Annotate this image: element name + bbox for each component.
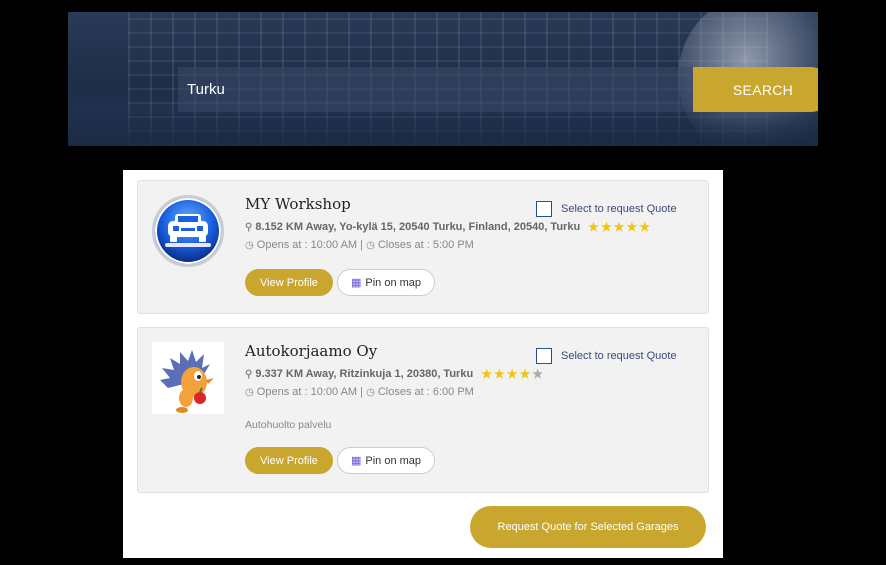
opens-text: Opens at : 10:00 AM | — [256, 386, 363, 398]
opens-text: Opens at : 10:00 AM | — [256, 239, 363, 251]
closes-text: Closes at : 6:00 PM — [377, 386, 474, 398]
opening-hours: ◷ Opens at : 10:00 AM | ◷ Closes at : 6:… — [245, 386, 474, 398]
star-icon: ★ — [506, 367, 518, 381]
view-profile-button[interactable]: View Profile — [245, 447, 333, 474]
car-bumper-background — [68, 106, 818, 146]
view-profile-button[interactable]: View Profile — [245, 269, 333, 296]
rating-stars: ★ ★ ★ ★ ★ — [481, 368, 543, 380]
map-marker-icon: ⚲ — [245, 368, 253, 380]
card-actions: View Profile ▦ Pin on map — [245, 269, 435, 296]
clock-icon: ◷ — [366, 387, 375, 398]
star-icon: ★ — [639, 220, 650, 234]
quote-select: Select to request Quote — [536, 201, 677, 217]
pin-on-map-button[interactable]: ▦ Pin on map — [337, 447, 435, 474]
map-icon: ▦ — [350, 455, 362, 467]
pin-on-map-label: Pin on map — [365, 276, 422, 289]
garage-address-text: 9.337 KM Away, Ritzinkuja 1, 20380, Turk… — [255, 368, 474, 380]
star-icon: ★ — [626, 220, 638, 234]
garage-card: MY Workshop ⚲ 8.152 KM Away, Yo-kylä 15,… — [137, 180, 709, 314]
star-icon: ★ — [493, 367, 505, 381]
clock-icon: ◷ — [245, 240, 254, 251]
search-bar: SEARCH — [178, 67, 818, 112]
opening-hours: ◷ Opens at : 10:00 AM | ◷ Closes at : 5:… — [245, 239, 474, 251]
quote-checkbox[interactable] — [536, 348, 552, 364]
search-input[interactable] — [178, 67, 693, 112]
garage-name[interactable]: Autokorjaamo Oy — [245, 342, 377, 360]
star-icon: ★ — [600, 220, 612, 234]
search-button[interactable]: SEARCH — [693, 67, 818, 112]
map-icon: ▦ — [350, 277, 362, 289]
request-quote-button[interactable]: Request Quote for Selected Garages — [470, 506, 706, 548]
star-icon: ★ — [519, 367, 531, 381]
star-icon: ★ — [481, 367, 492, 381]
garage-address: ⚲ 9.337 KM Away, Ritzinkuja 1, 20380, Tu… — [245, 368, 543, 380]
clock-icon: ◷ — [366, 240, 375, 251]
closes-text: Closes at : 5:00 PM — [377, 239, 474, 251]
pin-on-map-button[interactable]: ▦ Pin on map — [337, 269, 435, 296]
results-panel: MY Workshop ⚲ 8.152 KM Away, Yo-kylä 15,… — [123, 170, 723, 558]
hedgehog-mascot-logo-icon — [152, 342, 224, 414]
quote-checkbox-label[interactable]: Select to request Quote — [561, 203, 677, 215]
pin-on-map-label: Pin on map — [365, 454, 422, 467]
garage-name[interactable]: MY Workshop — [245, 195, 351, 213]
quote-checkbox-label[interactable]: Select to request Quote — [561, 350, 677, 362]
map-marker-icon: ⚲ — [245, 221, 253, 233]
star-icon: ★ — [588, 220, 599, 234]
car-wrench-logo-icon — [152, 195, 224, 267]
garage-card: Autokorjaamo Oy ⚲ 9.337 KM Away, Ritzink… — [137, 327, 709, 493]
quote-checkbox[interactable] — [536, 201, 552, 217]
garage-address-text: 8.152 KM Away, Yo-kylä 15, 20540 Turku, … — [255, 221, 581, 233]
hero-banner: SEARCH — [68, 12, 818, 146]
card-actions: View Profile ▦ Pin on map — [245, 447, 435, 474]
garage-address: ⚲ 8.152 KM Away, Yo-kylä 15, 20540 Turku… — [245, 221, 650, 233]
clock-icon: ◷ — [245, 387, 254, 398]
rating-stars: ★ ★ ★ ★ ★ — [588, 221, 650, 233]
quote-select: Select to request Quote — [536, 348, 677, 364]
garage-description: Autohuolto palvelu — [245, 419, 332, 431]
star-icon: ★ — [613, 220, 625, 234]
star-empty-icon: ★ — [532, 367, 544, 381]
